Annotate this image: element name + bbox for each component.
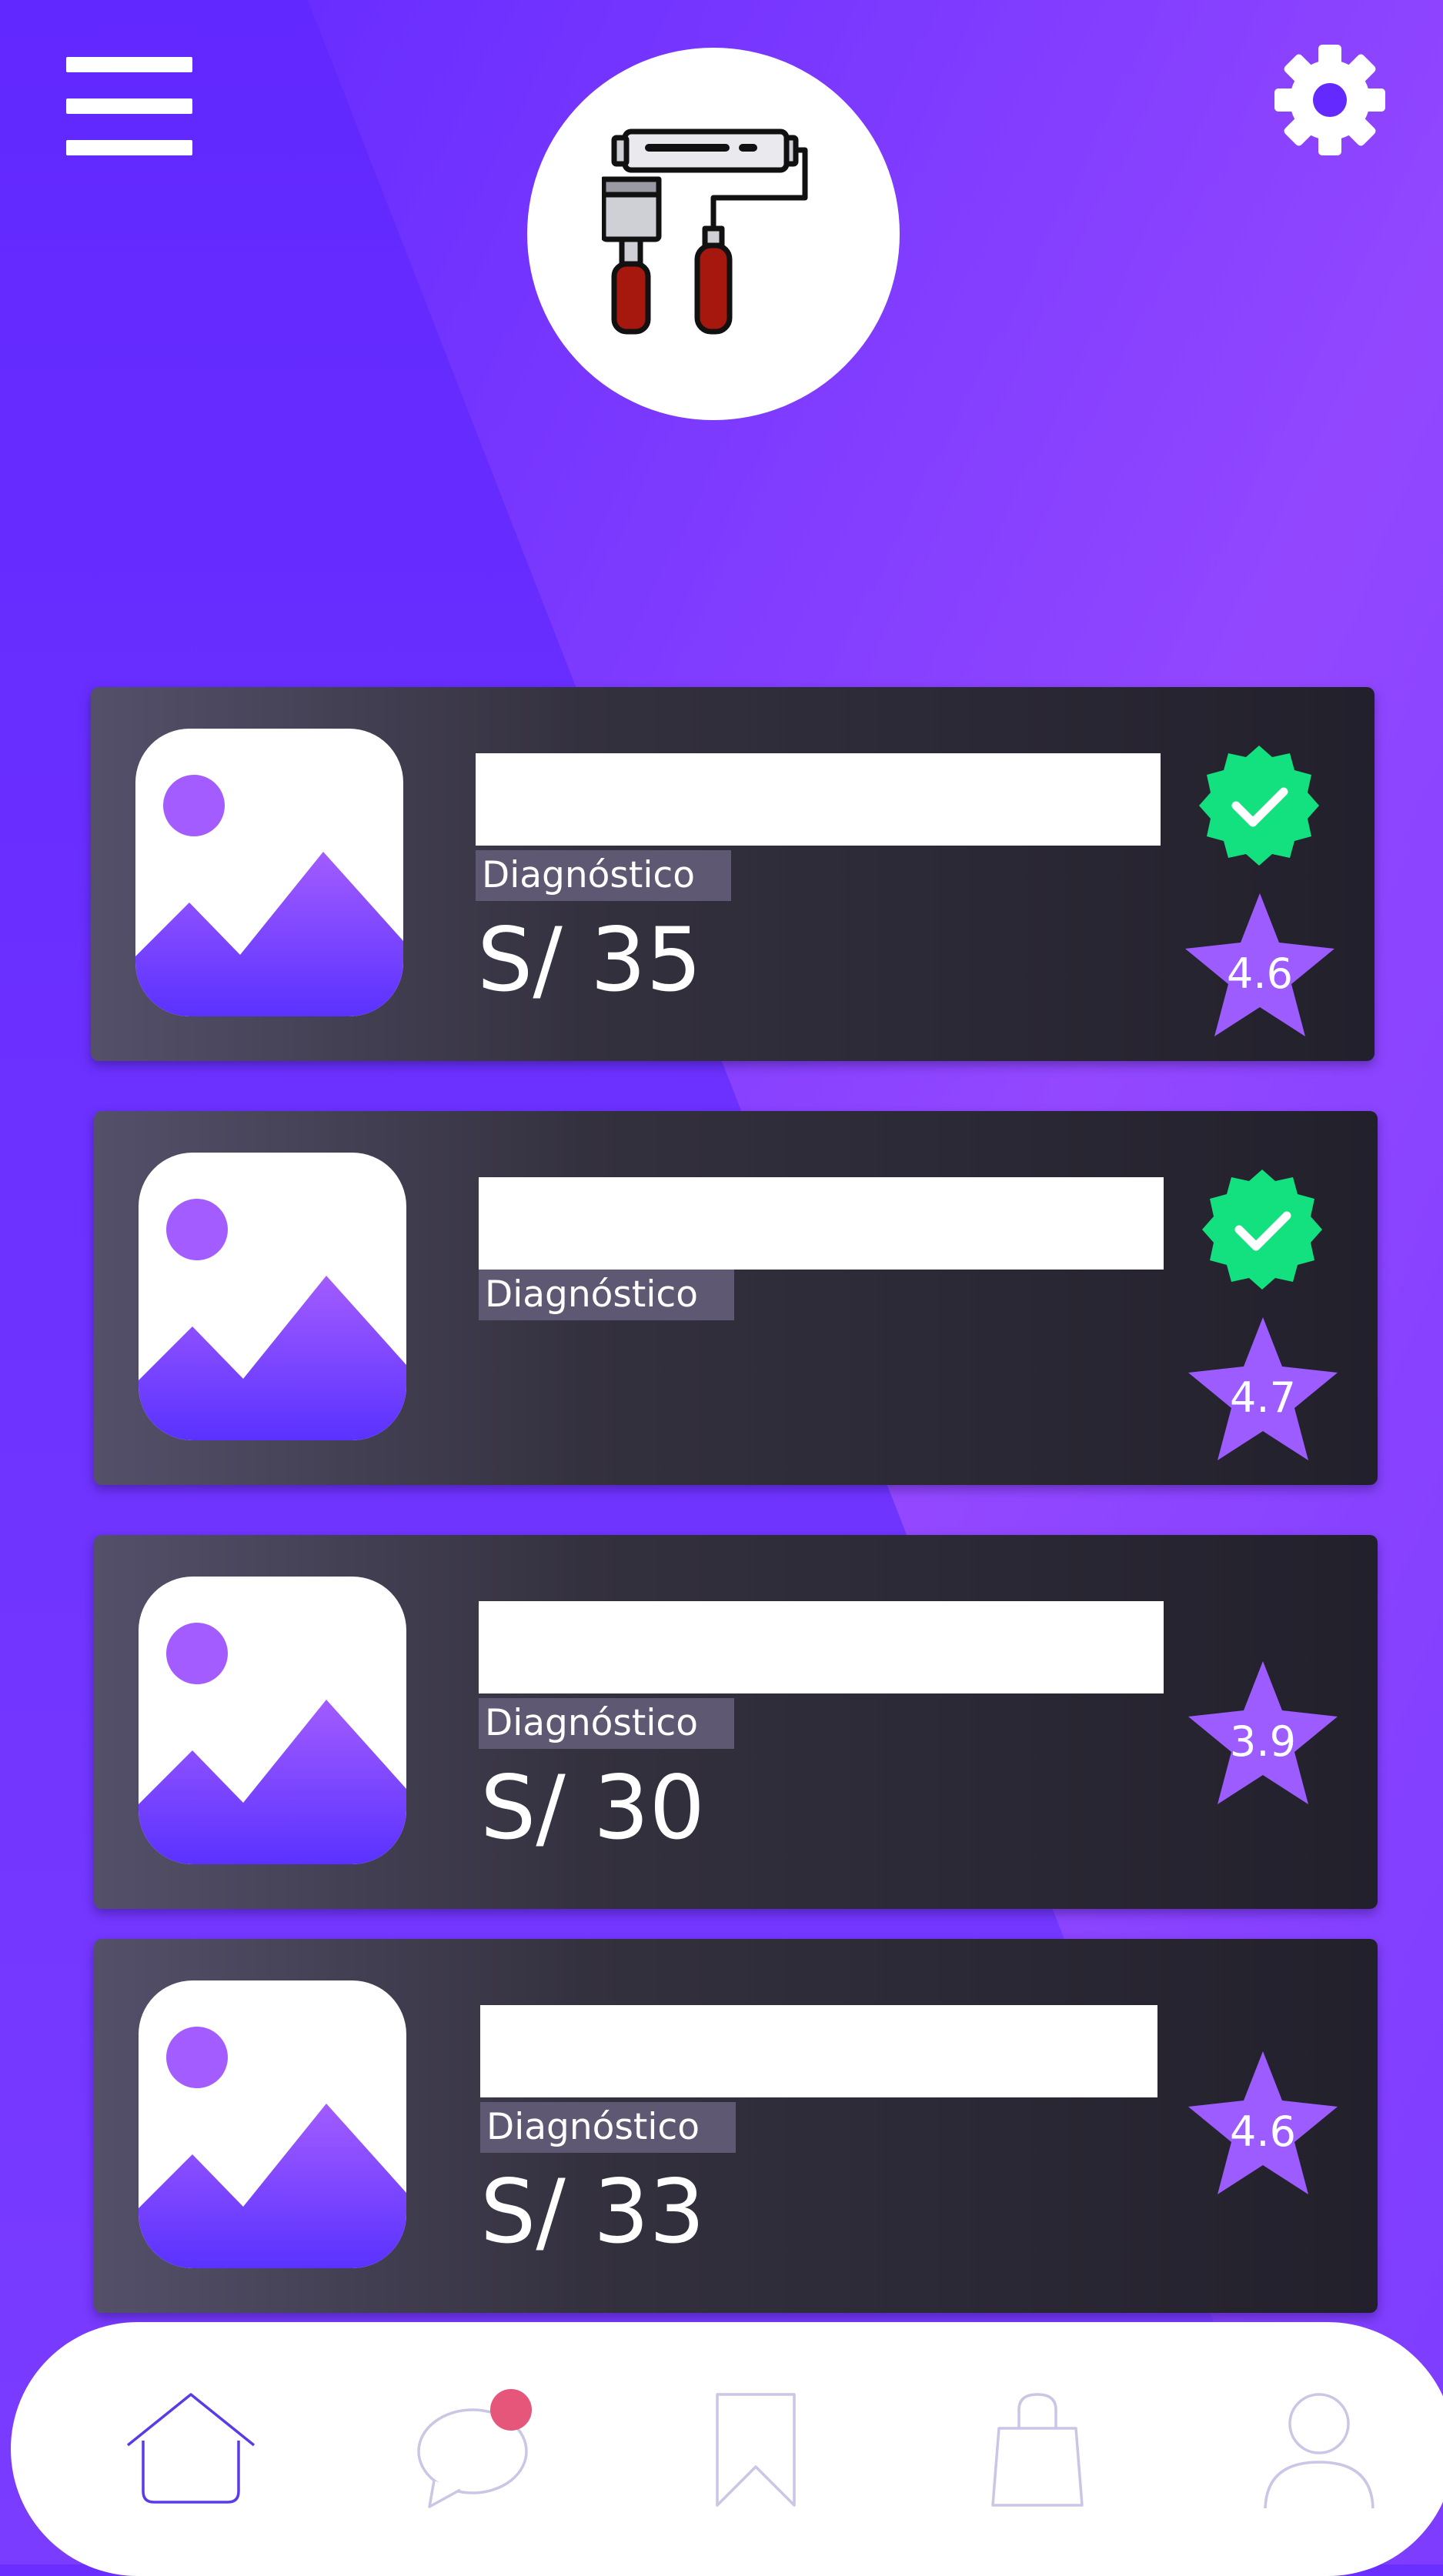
nav-saved[interactable] bbox=[686, 2387, 825, 2510]
service-card[interactable]: Diagnóstico S/ 35 4.6 bbox=[91, 687, 1375, 1061]
category-tag: Diagnóstico bbox=[479, 1270, 734, 1320]
verified-badge-icon bbox=[1197, 744, 1321, 867]
rating-badge: 3.9 bbox=[1188, 1661, 1338, 1804]
rating-value: 4.7 bbox=[1230, 1373, 1296, 1422]
home-icon bbox=[126, 2393, 256, 2504]
nav-cart[interactable] bbox=[968, 2387, 1107, 2510]
image-placeholder-icon bbox=[139, 1980, 406, 2268]
gear-icon bbox=[1274, 45, 1385, 155]
nav-profile[interactable] bbox=[1250, 2387, 1388, 2510]
image-placeholder-icon bbox=[139, 1577, 406, 1864]
nav-home[interactable] bbox=[122, 2387, 260, 2510]
price-label: S/ 33 bbox=[480, 2161, 706, 2263]
rating-value: 4.6 bbox=[1230, 2107, 1296, 2156]
image-placeholder-icon bbox=[139, 1153, 406, 1440]
service-name-placeholder bbox=[476, 753, 1161, 846]
rating-value: 3.9 bbox=[1230, 1717, 1296, 1766]
price-label: S/ 30 bbox=[480, 1757, 706, 1859]
service-card[interactable]: Diagnóstico S/ 33 4.6 bbox=[94, 1939, 1378, 2313]
service-card[interactable]: Diagnóstico 4.7 bbox=[94, 1111, 1378, 1485]
menu-line bbox=[66, 57, 192, 72]
menu-line bbox=[66, 98, 192, 114]
category-tag: Diagnóstico bbox=[480, 2102, 736, 2153]
price-label: S/ 35 bbox=[477, 909, 703, 1011]
service-name-placeholder bbox=[480, 2005, 1157, 2097]
settings-button[interactable] bbox=[1274, 45, 1385, 155]
bottom-navigation-bar bbox=[11, 2322, 1443, 2576]
service-name-placeholder bbox=[479, 1177, 1164, 1270]
user-profile-icon bbox=[1264, 2393, 1375, 2509]
service-logo bbox=[527, 48, 900, 420]
notification-dot-icon bbox=[490, 2389, 532, 2431]
menu-line bbox=[66, 140, 192, 155]
bookmark-icon bbox=[716, 2393, 796, 2507]
service-name-placeholder bbox=[479, 1601, 1164, 1693]
nav-messages[interactable] bbox=[406, 2387, 545, 2510]
rating-badge: 4.6 bbox=[1188, 2051, 1338, 2194]
paint-roller-and-brush-icon bbox=[602, 128, 808, 335]
shopping-bag-icon bbox=[991, 2393, 1084, 2507]
category-tag: Diagnóstico bbox=[476, 850, 731, 901]
rating-value: 4.6 bbox=[1227, 949, 1293, 998]
verified-badge-icon bbox=[1201, 1168, 1324, 1291]
rating-badge: 4.7 bbox=[1188, 1317, 1338, 1460]
image-placeholder-icon bbox=[135, 729, 403, 1016]
service-card[interactable]: Diagnóstico S/ 30 3.9 bbox=[94, 1535, 1378, 1909]
category-tag: Diagnóstico bbox=[479, 1698, 734, 1749]
rating-badge: 4.6 bbox=[1185, 893, 1334, 1036]
hamburger-menu-button[interactable] bbox=[66, 57, 192, 155]
